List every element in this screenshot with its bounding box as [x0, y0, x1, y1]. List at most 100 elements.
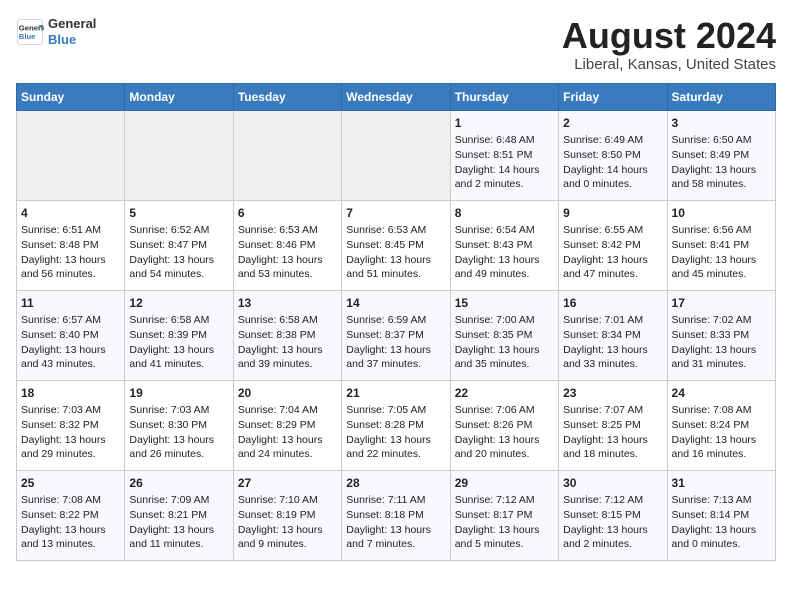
day-info: and 45 minutes.	[672, 267, 771, 282]
day-number: 23	[563, 385, 662, 402]
day-info: Daylight: 13 hours	[455, 433, 554, 448]
day-info: Sunset: 8:40 PM	[21, 328, 120, 343]
day-info: Sunset: 8:33 PM	[672, 328, 771, 343]
day-info: Daylight: 13 hours	[21, 433, 120, 448]
day-info: Daylight: 13 hours	[346, 523, 445, 538]
day-cell: 8Sunrise: 6:54 AMSunset: 8:43 PMDaylight…	[450, 200, 558, 290]
day-info: Daylight: 13 hours	[455, 523, 554, 538]
day-info: Sunset: 8:37 PM	[346, 328, 445, 343]
day-number: 4	[21, 205, 120, 222]
day-number: 1	[455, 115, 554, 132]
day-number: 24	[672, 385, 771, 402]
day-cell: 5Sunrise: 6:52 AMSunset: 8:47 PMDaylight…	[125, 200, 233, 290]
day-number: 10	[672, 205, 771, 222]
logo: General Blue General Blue	[16, 16, 96, 47]
day-number: 6	[238, 205, 337, 222]
day-info: Sunrise: 7:03 AM	[129, 403, 228, 418]
day-info: Sunrise: 7:12 AM	[455, 493, 554, 508]
svg-text:Blue: Blue	[19, 32, 36, 41]
day-info: and 33 minutes.	[563, 357, 662, 372]
day-info: and 24 minutes.	[238, 447, 337, 462]
day-number: 30	[563, 475, 662, 492]
header-row: SundayMondayTuesdayWednesdayThursdayFrid…	[17, 83, 776, 110]
day-info: Daylight: 13 hours	[129, 253, 228, 268]
day-cell	[125, 110, 233, 200]
day-number: 28	[346, 475, 445, 492]
day-info: and 56 minutes.	[21, 267, 120, 282]
day-info: Sunset: 8:41 PM	[672, 238, 771, 253]
logo-line1: General	[48, 16, 96, 32]
day-number: 11	[21, 295, 120, 312]
day-info: Daylight: 13 hours	[21, 343, 120, 358]
day-info: Sunrise: 6:54 AM	[455, 223, 554, 238]
day-info: Daylight: 13 hours	[563, 433, 662, 448]
day-number: 17	[672, 295, 771, 312]
day-info: Sunset: 8:45 PM	[346, 238, 445, 253]
main-title: August 2024	[562, 16, 776, 56]
day-number: 9	[563, 205, 662, 222]
day-cell: 23Sunrise: 7:07 AMSunset: 8:25 PMDayligh…	[559, 380, 667, 470]
day-info: and 54 minutes.	[129, 267, 228, 282]
day-number: 5	[129, 205, 228, 222]
day-info: Sunset: 8:18 PM	[346, 508, 445, 523]
day-cell: 13Sunrise: 6:58 AMSunset: 8:38 PMDayligh…	[233, 290, 341, 380]
day-info: and 49 minutes.	[455, 267, 554, 282]
day-info: Daylight: 13 hours	[238, 523, 337, 538]
day-info: Sunrise: 7:10 AM	[238, 493, 337, 508]
day-info: Sunrise: 6:55 AM	[563, 223, 662, 238]
day-info: Sunset: 8:19 PM	[238, 508, 337, 523]
logo-text: General Blue	[48, 16, 96, 47]
svg-text:General: General	[19, 23, 44, 32]
day-info: Daylight: 13 hours	[672, 343, 771, 358]
day-info: Sunrise: 6:50 AM	[672, 133, 771, 148]
col-header-friday: Friday	[559, 83, 667, 110]
week-row-1: 1Sunrise: 6:48 AMSunset: 8:51 PMDaylight…	[17, 110, 776, 200]
day-info: Sunrise: 7:05 AM	[346, 403, 445, 418]
day-number: 15	[455, 295, 554, 312]
day-info: Sunset: 8:26 PM	[455, 418, 554, 433]
day-cell: 6Sunrise: 6:53 AMSunset: 8:46 PMDaylight…	[233, 200, 341, 290]
day-cell: 11Sunrise: 6:57 AMSunset: 8:40 PMDayligh…	[17, 290, 125, 380]
day-number: 31	[672, 475, 771, 492]
day-cell: 14Sunrise: 6:59 AMSunset: 8:37 PMDayligh…	[342, 290, 450, 380]
day-cell: 25Sunrise: 7:08 AMSunset: 8:22 PMDayligh…	[17, 470, 125, 560]
day-info: Daylight: 13 hours	[563, 343, 662, 358]
day-cell	[233, 110, 341, 200]
day-info: and 22 minutes.	[346, 447, 445, 462]
day-info: Sunrise: 7:07 AM	[563, 403, 662, 418]
day-info: and 16 minutes.	[672, 447, 771, 462]
header: General Blue General Blue August 2024 Li…	[16, 16, 776, 73]
week-row-4: 18Sunrise: 7:03 AMSunset: 8:32 PMDayligh…	[17, 380, 776, 470]
day-cell	[17, 110, 125, 200]
day-info: Sunset: 8:48 PM	[21, 238, 120, 253]
day-info: Sunset: 8:22 PM	[21, 508, 120, 523]
day-info: Sunrise: 6:48 AM	[455, 133, 554, 148]
day-cell: 1Sunrise: 6:48 AMSunset: 8:51 PMDaylight…	[450, 110, 558, 200]
day-number: 12	[129, 295, 228, 312]
day-number: 18	[21, 385, 120, 402]
day-info: Sunrise: 6:59 AM	[346, 313, 445, 328]
day-info: Sunset: 8:34 PM	[563, 328, 662, 343]
day-info: Daylight: 14 hours	[455, 163, 554, 178]
day-info: Daylight: 13 hours	[455, 253, 554, 268]
day-info: Sunrise: 7:12 AM	[563, 493, 662, 508]
day-info: Sunset: 8:35 PM	[455, 328, 554, 343]
day-info: Sunset: 8:49 PM	[672, 148, 771, 163]
day-info: Sunset: 8:29 PM	[238, 418, 337, 433]
day-cell: 15Sunrise: 7:00 AMSunset: 8:35 PMDayligh…	[450, 290, 558, 380]
col-header-sunday: Sunday	[17, 83, 125, 110]
day-info: and 0 minutes.	[672, 537, 771, 552]
day-info: and 2 minutes.	[563, 537, 662, 552]
subtitle: Liberal, Kansas, United States	[562, 56, 776, 73]
day-info: Sunset: 8:38 PM	[238, 328, 337, 343]
day-cell: 31Sunrise: 7:13 AMSunset: 8:14 PMDayligh…	[667, 470, 775, 560]
day-info: Daylight: 13 hours	[238, 343, 337, 358]
day-info: Daylight: 13 hours	[346, 343, 445, 358]
day-info: Sunrise: 6:53 AM	[238, 223, 337, 238]
day-info: and 47 minutes.	[563, 267, 662, 282]
day-info: and 11 minutes.	[129, 537, 228, 552]
day-info: Sunset: 8:25 PM	[563, 418, 662, 433]
day-info: Sunrise: 7:08 AM	[21, 493, 120, 508]
day-info: Sunset: 8:43 PM	[455, 238, 554, 253]
day-info: and 53 minutes.	[238, 267, 337, 282]
